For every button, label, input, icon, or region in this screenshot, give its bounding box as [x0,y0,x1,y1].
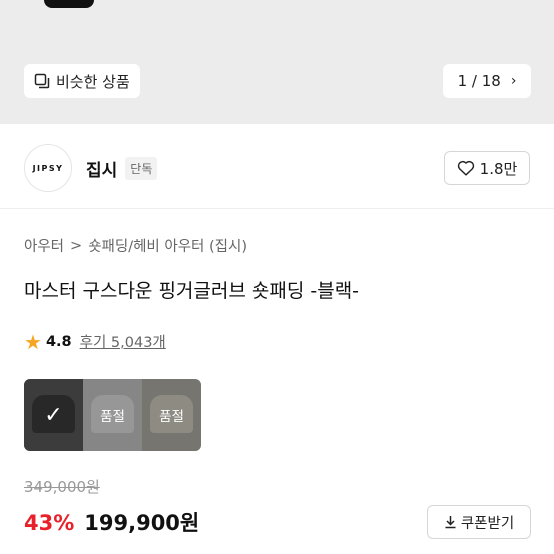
rating-score: 4.8 [45,333,72,350]
rating-row: ★ 4.8 후기 5,043개 [24,331,166,352]
divider [0,208,554,209]
check-icon: ✓ [44,402,63,428]
exclusive-badge: 단독 [125,156,158,180]
breadcrumb-item-outer[interactable]: 아우터 [24,235,64,256]
color-option-gray[interactable]: 품절 [83,379,142,451]
color-options: ✓ 품절 품절 [24,379,201,451]
color-option-beige[interactable]: 품절 [142,379,201,451]
coupon-label: 쿠폰받기 [460,515,515,532]
similar-items-icon [34,73,50,89]
product-image-partial [44,0,94,8]
chevron-right-icon[interactable]: › [511,73,517,89]
like-count: 1.8만 [479,159,518,178]
breadcrumb-item-category[interactable]: 숏패딩/헤비 아우터 (집시) [88,235,247,256]
product-title: 마스터 구스다운 핑거글러브 숏패딩 -블랙- [24,280,360,302]
download-icon [445,516,456,529]
pager-total: 18 [481,72,501,90]
image-pager[interactable]: 1 / 18 › [443,64,531,98]
discount-rate: 43% [24,511,75,535]
pager-text: 1 / 18 [458,72,501,90]
breadcrumb: 아우터 > 숏패딩/헤비 아우터 (집시) [24,235,247,256]
original-price: 349,000원 [24,478,100,496]
similar-products-label: 비슷한 상품 [56,72,130,91]
star-icon: ★ [24,329,42,354]
product-image-area[interactable]: 비슷한 상품 1 / 18 › [0,0,554,124]
soldout-label: 품절 [159,409,184,425]
sale-price: 199,900원 [84,511,200,535]
brand-name[interactable]: 집시 [86,156,117,181]
pager-separator: / [471,72,477,90]
chevron-right-icon: > [70,237,83,254]
like-button[interactable]: 1.8만 [444,151,530,185]
heart-icon [457,160,474,176]
color-option-black[interactable]: ✓ [24,379,83,451]
similar-products-button[interactable]: 비슷한 상품 [24,64,140,98]
price-row: 43% 199,900원 [24,507,199,537]
coupon-button[interactable]: 쿠폰받기 [427,505,531,539]
brand-logo[interactable]: JIPSY [24,144,72,192]
brand-row: JIPSY 집시 단독 1.8만 [24,142,530,194]
pager-current: 1 [457,72,468,90]
soldout-label: 품절 [100,409,125,425]
reviews-link[interactable]: 후기 5,043개 [80,331,166,352]
